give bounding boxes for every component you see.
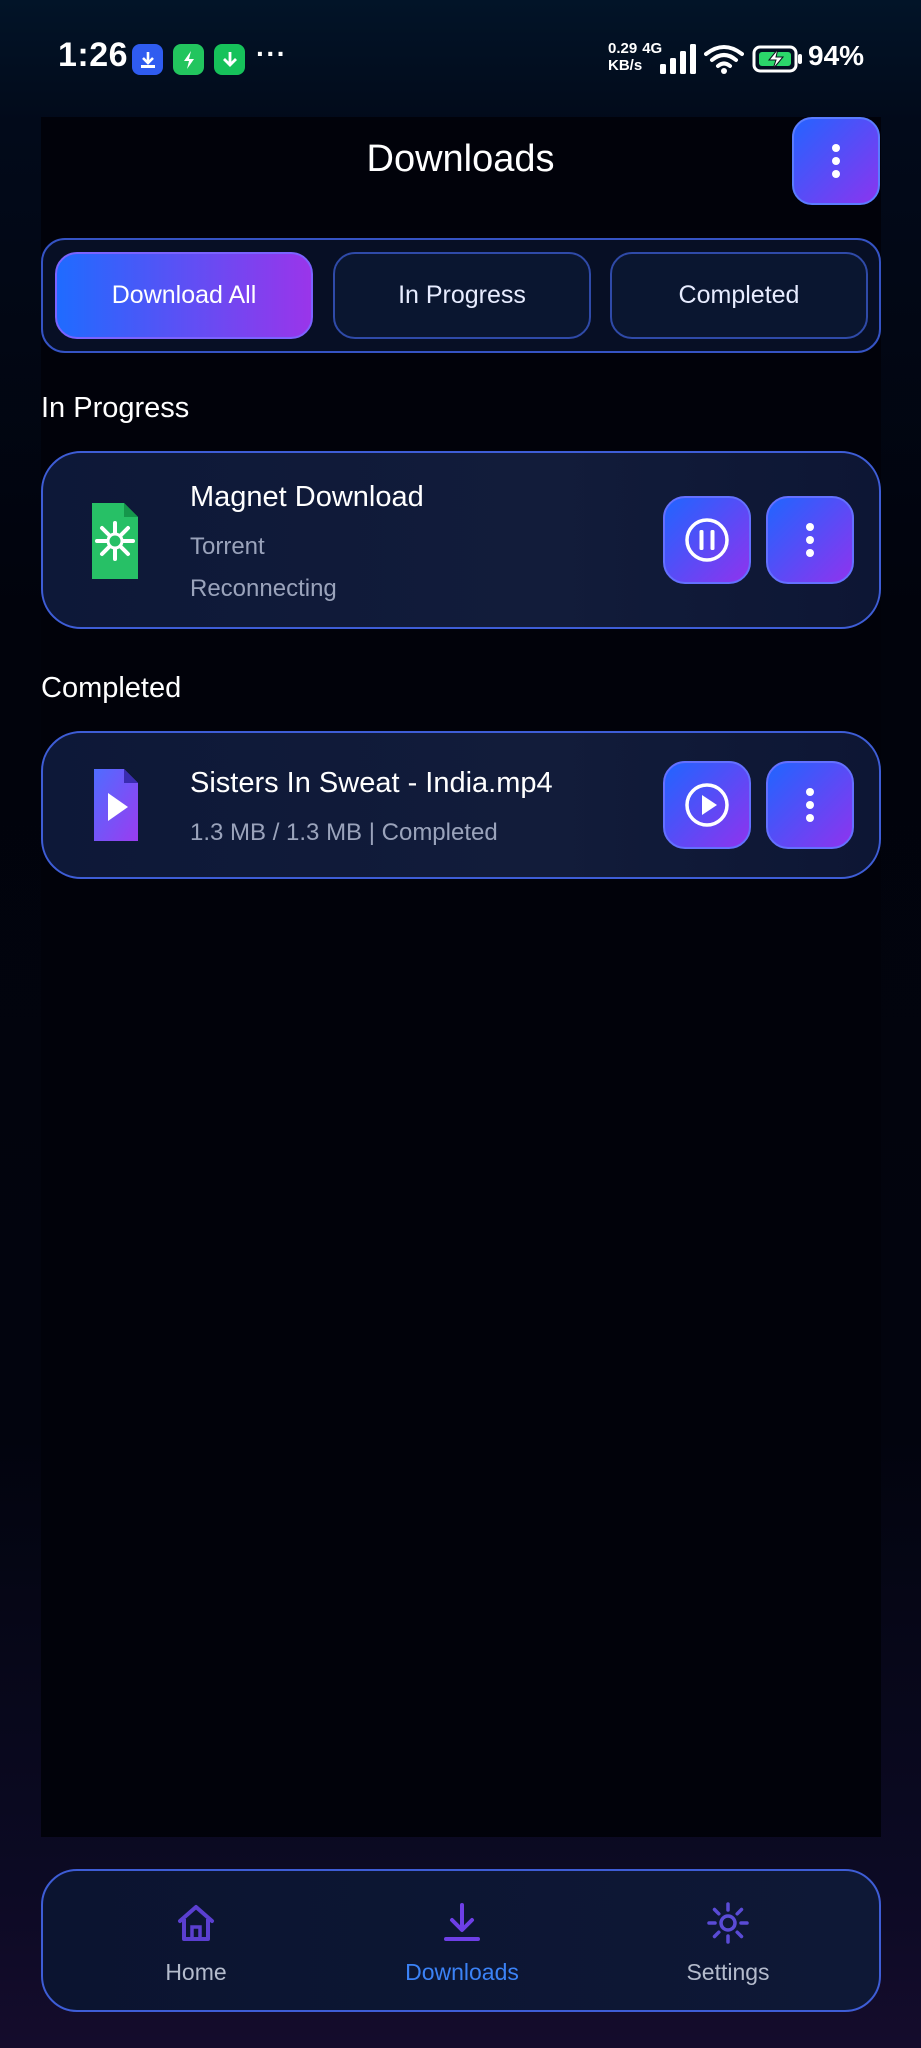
play-button[interactable] — [663, 761, 751, 849]
download-item-completed[interactable]: Sisters In Sweat - India.mp4 1.3 MB / 1.… — [41, 731, 881, 879]
download-app-icon — [214, 44, 245, 75]
video-file-icon — [94, 769, 138, 841]
tab-completed[interactable]: Completed — [610, 252, 868, 339]
nav-label-home: Home — [165, 1959, 227, 1985]
item-title: Magnet Download — [190, 481, 424, 513]
charging-app-icon — [173, 44, 204, 75]
net-speed: 0.29 4G KB/s — [608, 40, 663, 74]
bottom-nav: Home Downloads Settings — [41, 1869, 881, 2012]
more-notifications-icon: ··· — [256, 38, 287, 69]
nav-home[interactable]: Home — [96, 1871, 296, 2014]
battery-percent: 94% — [808, 40, 865, 71]
main-panel — [41, 117, 881, 1837]
filter-tabs: Download All In Progress Completed — [41, 238, 881, 353]
more-vertical-icon — [832, 144, 840, 178]
status-bar: 1:26 ··· 0.29 4G KB/s 94% — [0, 0, 921, 118]
signal-icon — [660, 44, 696, 74]
item-status: Reconnecting — [190, 575, 337, 602]
gear-icon — [707, 1902, 749, 1944]
pause-icon — [685, 518, 729, 562]
section-heading-completed: Completed — [41, 672, 182, 704]
item-type: Torrent — [190, 533, 265, 560]
download-icon — [444, 1903, 480, 1941]
header-menu-button[interactable] — [792, 117, 880, 205]
pause-button[interactable] — [663, 496, 751, 584]
nav-downloads[interactable]: Downloads — [362, 1871, 562, 2014]
item-detail: 1.3 MB / 1.3 MB | Completed — [190, 819, 498, 846]
status-time: 1:26 — [58, 36, 129, 74]
nav-label-downloads: Downloads — [405, 1959, 519, 1985]
play-icon — [685, 783, 729, 827]
nav-label-settings: Settings — [686, 1959, 770, 1985]
torrent-file-icon — [92, 503, 138, 579]
item-menu-button[interactable] — [766, 761, 854, 849]
item-menu-button[interactable] — [766, 496, 854, 584]
item-title: Sisters In Sweat - India.mp4 — [190, 767, 553, 799]
download-item-in-progress[interactable]: Magnet Download Torrent Reconnecting — [41, 451, 881, 629]
nav-settings[interactable]: Settings — [628, 1871, 828, 2014]
tab-download-all[interactable]: Download All — [55, 252, 313, 339]
battery-icon — [752, 45, 802, 73]
tab-in-progress[interactable]: In Progress — [333, 252, 591, 339]
more-vertical-icon — [806, 523, 814, 557]
page-title: Downloads — [366, 138, 555, 180]
section-heading-in-progress: In Progress — [41, 392, 190, 424]
downloader-app-icon — [132, 44, 163, 75]
wifi-icon — [704, 45, 744, 74]
home-icon — [178, 1905, 214, 1941]
more-vertical-icon — [806, 788, 814, 822]
